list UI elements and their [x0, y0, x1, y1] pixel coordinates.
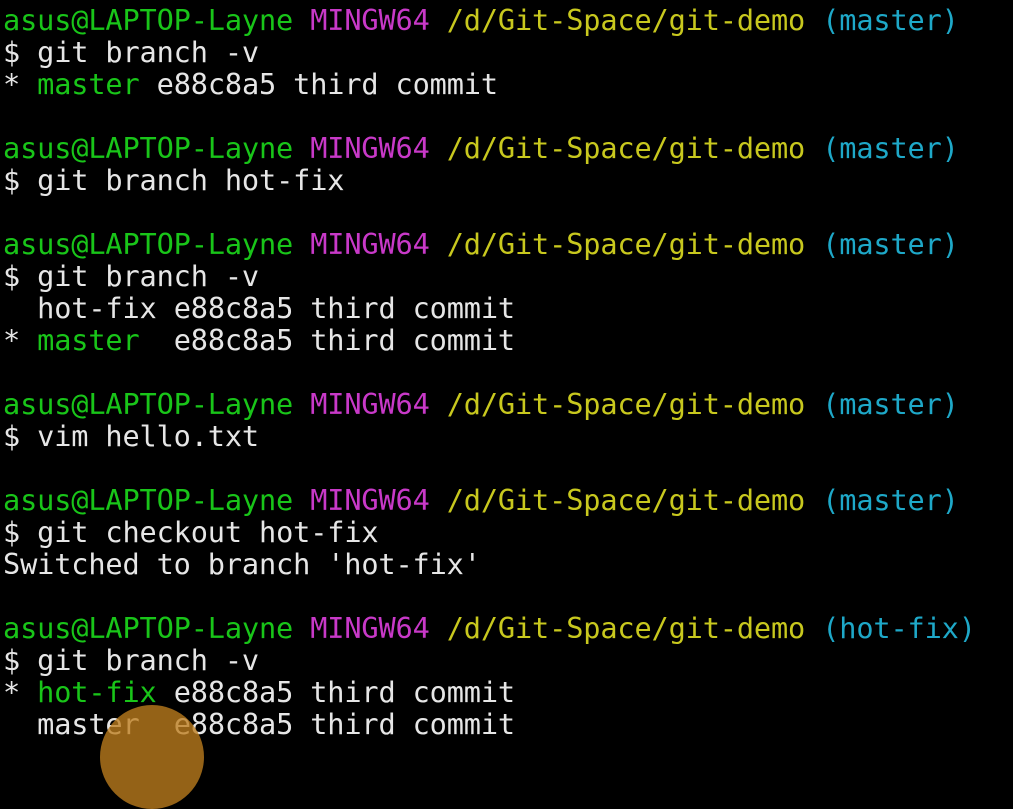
terminal-output[interactable]: asus@LAPTOP-Layne MINGW64 /d/Git-Space/g…	[3, 4, 1013, 740]
branch-list-item: hot-fix e88c8a5 third commit	[3, 292, 1013, 324]
prompt-git-branch: (master)	[822, 387, 959, 421]
command-text: git branch -v	[37, 35, 259, 69]
prompt-line: asus@LAPTOP-Layne MINGW64 /d/Git-Space/g…	[3, 484, 1013, 516]
current-branch-marker	[3, 291, 20, 325]
branch-name: hot-fix	[37, 675, 157, 709]
command-line: $ git checkout hot-fix	[3, 516, 1013, 548]
prompt-git-branch: (hot-fix)	[822, 611, 976, 645]
command-line: $ git branch hot-fix	[3, 164, 1013, 196]
current-branch-marker: *	[3, 67, 21, 101]
prompt-user-host: asus@LAPTOP-Layne	[3, 3, 294, 37]
prompt-git-branch: (master)	[822, 483, 959, 517]
branch-name: master	[37, 707, 140, 741]
current-branch-marker: *	[3, 323, 21, 357]
branch-list-item: * hot-fix e88c8a5 third commit	[3, 676, 1013, 708]
branch-list-item: master e88c8a5 third commit	[3, 708, 1013, 740]
command-text: git branch -v	[37, 643, 259, 677]
prompt-line: asus@LAPTOP-Layne MINGW64 /d/Git-Space/g…	[3, 228, 1013, 260]
prompt-path: /d/Git-Space/git-demo	[446, 483, 806, 517]
branch-list-item: * master e88c8a5 third commit	[3, 324, 1013, 356]
current-branch-marker	[3, 707, 20, 741]
branch-commit-detail: e88c8a5 third commit	[173, 675, 516, 709]
prompt-system: MINGW64	[310, 611, 430, 645]
prompt-system: MINGW64	[310, 131, 430, 165]
prompt-system: MINGW64	[310, 3, 430, 37]
prompt-symbol: $	[3, 515, 21, 549]
prompt-symbol: $	[3, 35, 21, 69]
branch-name: master	[37, 323, 140, 357]
output-text: Switched to branch 'hot-fix'	[3, 547, 481, 581]
prompt-git-branch: (master)	[822, 3, 959, 37]
prompt-git-branch: (master)	[822, 227, 959, 261]
prompt-path: /d/Git-Space/git-demo	[446, 227, 806, 261]
prompt-user-host: asus@LAPTOP-Layne	[3, 611, 294, 645]
output-line: Switched to branch 'hot-fix'	[3, 548, 1013, 580]
prompt-user-host: asus@LAPTOP-Layne	[3, 131, 294, 165]
command-line: $ vim hello.txt	[3, 420, 1013, 452]
prompt-line: asus@LAPTOP-Layne MINGW64 /d/Git-Space/g…	[3, 388, 1013, 420]
prompt-system: MINGW64	[310, 483, 430, 517]
branch-list-item: * master e88c8a5 third commit	[3, 68, 1013, 100]
command-line: $ git branch -v	[3, 36, 1013, 68]
branch-commit-detail: e88c8a5 third commit	[156, 67, 498, 101]
prompt-line: asus@LAPTOP-Layne MINGW64 /d/Git-Space/g…	[3, 132, 1013, 164]
prompt-path: /d/Git-Space/git-demo	[446, 131, 806, 165]
prompt-user-host: asus@LAPTOP-Layne	[3, 227, 294, 261]
command-text: git checkout hot-fix	[37, 515, 379, 549]
prompt-path: /d/Git-Space/git-demo	[446, 3, 806, 37]
prompt-symbol: $	[3, 419, 21, 453]
prompt-symbol: $	[3, 259, 21, 293]
prompt-line: asus@LAPTOP-Layne MINGW64 /d/Git-Space/g…	[3, 612, 1013, 644]
prompt-system: MINGW64	[310, 227, 430, 261]
command-line: $ git branch -v	[3, 260, 1013, 292]
prompt-path: /d/Git-Space/git-demo	[446, 387, 806, 421]
command-text: vim hello.txt	[37, 419, 259, 453]
command-text: git branch hot-fix	[37, 163, 345, 197]
prompt-user-host: asus@LAPTOP-Layne	[3, 387, 294, 421]
prompt-user-host: asus@LAPTOP-Layne	[3, 483, 294, 517]
branch-commit-detail: e88c8a5 third commit	[173, 291, 516, 325]
command-text: git branch -v	[37, 259, 259, 293]
current-branch-marker: *	[3, 675, 21, 709]
prompt-path: /d/Git-Space/git-demo	[446, 611, 806, 645]
branch-commit-detail: e88c8a5 third commit	[173, 707, 516, 741]
branch-name: master	[37, 67, 140, 101]
branch-name: hot-fix	[37, 291, 157, 325]
branch-commit-detail: e88c8a5 third commit	[173, 323, 516, 357]
prompt-git-branch: (master)	[822, 131, 959, 165]
prompt-line: asus@LAPTOP-Layne MINGW64 /d/Git-Space/g…	[3, 4, 1013, 36]
prompt-symbol: $	[3, 643, 21, 677]
prompt-symbol: $	[3, 163, 21, 197]
command-line: $ git branch -v	[3, 644, 1013, 676]
prompt-system: MINGW64	[310, 387, 430, 421]
